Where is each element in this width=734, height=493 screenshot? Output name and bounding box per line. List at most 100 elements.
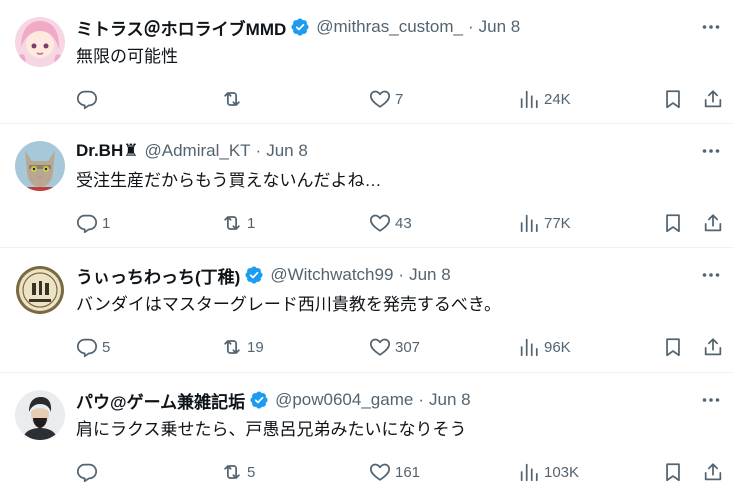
like-icon: [369, 90, 391, 108]
avatar[interactable]: [15, 17, 65, 67]
tweet-text: バンダイはマスターグレード西川貴教を発売するべき。: [76, 295, 501, 314]
reply-icon: [76, 463, 98, 483]
bookmark-button[interactable]: [662, 86, 684, 112]
tweet-header: うぃっちわっち(丁稚) @Witchwatch99 · Jun 8: [76, 263, 451, 288]
display-name[interactable]: Dr.BH♜: [76, 141, 138, 161]
username[interactable]: @Admiral_KT: [144, 141, 250, 161]
tweet-actions: 7 24K: [0, 86, 734, 112]
like-count: 161: [395, 463, 421, 481]
reply-button[interactable]: [76, 86, 102, 112]
views-icon: [520, 338, 538, 357]
bookmark-button[interactable]: [662, 334, 684, 360]
tweet[interactable]: うぃっちわっち(丁稚) @Witchwatch99 · Jun 8 バンダイはマ…: [0, 260, 734, 373]
views-button[interactable]: 24K: [518, 86, 571, 112]
tweet-text: 無限の可能性: [76, 47, 178, 66]
like-icon: [369, 463, 391, 481]
views-button[interactable]: 77K: [518, 210, 571, 236]
verified-badge-icon: [249, 390, 269, 410]
bookmark-button[interactable]: [662, 210, 684, 236]
view-count: 77K: [544, 214, 571, 232]
views-button[interactable]: 96K: [518, 334, 571, 360]
bookmark-icon: [666, 463, 680, 482]
reply-icon: [76, 338, 98, 358]
retweet-icon: [224, 465, 240, 479]
tweet-feed: ミトラス＠ホロライブMMD @mithras_custom_ · Jun 8 無…: [0, 0, 734, 493]
share-icon: [704, 463, 722, 481]
tweet-header: Dr.BH♜ @Admiral_KT · Jun 8: [76, 140, 308, 162]
reply-button[interactable]: 5: [76, 334, 110, 360]
avatar[interactable]: [15, 265, 65, 315]
username[interactable]: @Witchwatch99: [270, 265, 393, 285]
share-button[interactable]: [702, 86, 724, 112]
display-name[interactable]: パウ@ゲーム兼雑記垢: [76, 388, 245, 413]
views-icon: [520, 463, 538, 482]
username[interactable]: @mithras_custom_: [316, 17, 463, 37]
like-count: 7: [395, 90, 404, 108]
timestamp[interactable]: Jun 8: [479, 17, 521, 37]
like-count: 43: [395, 214, 412, 232]
reply-count: 5: [102, 338, 111, 356]
retweet-icon: [224, 340, 240, 354]
retweet-button[interactable]: 5: [221, 459, 255, 485]
avatar[interactable]: [15, 141, 65, 191]
view-count: 103K: [544, 463, 580, 481]
more-icon[interactable]: [700, 140, 722, 162]
share-icon: [704, 90, 722, 108]
retweet-button[interactable]: [221, 86, 247, 112]
view-count: 24K: [544, 90, 571, 108]
more-icon[interactable]: [700, 264, 722, 286]
reply-button[interactable]: [76, 459, 102, 485]
tweet-header: パウ@ゲーム兼雑記垢 @pow0604_game · Jun 8: [76, 388, 471, 413]
tweet[interactable]: ミトラス＠ホロライブMMD @mithras_custom_ · Jun 8 無…: [0, 12, 734, 124]
more-icon[interactable]: [700, 389, 722, 411]
tweet-actions: 5 19 307 96K: [0, 334, 734, 360]
share-button[interactable]: [702, 210, 724, 236]
share-icon: [704, 214, 722, 232]
like-count: 307: [395, 338, 421, 356]
like-icon: [369, 214, 391, 232]
separator: ·: [467, 17, 474, 36]
separator: ·: [418, 390, 424, 409]
more-icon[interactable]: [700, 16, 722, 38]
like-button[interactable]: 43: [369, 210, 412, 236]
views-icon: [520, 214, 538, 233]
tweet-actions: 5 161 103K: [0, 459, 734, 485]
reply-icon: [76, 214, 98, 234]
like-button[interactable]: 307: [369, 334, 420, 360]
views-icon: [520, 90, 538, 109]
verified-badge-icon: [290, 17, 310, 37]
tweet-text: 受注生産だからもう買えないんだよね…: [76, 171, 382, 190]
bookmark-icon: [666, 214, 680, 233]
tweet[interactable]: Dr.BH♜ @Admiral_KT · Jun 8 受注生産だからもう買えない…: [0, 136, 734, 248]
tweet-text: 肩にラクス乗せたら、戸愚呂兄弟みたいになりそう: [76, 420, 467, 439]
like-button[interactable]: 161: [369, 459, 420, 485]
separator: ·: [255, 141, 262, 160]
reply-icon: [76, 90, 98, 110]
like-icon: [369, 338, 391, 356]
share-icon: [704, 338, 722, 356]
display-name[interactable]: ミトラス＠ホロライブMMD: [76, 15, 286, 40]
retweet-button[interactable]: 19: [221, 334, 264, 360]
separator: ·: [398, 265, 405, 284]
retweet-button[interactable]: 1: [221, 210, 255, 236]
timestamp[interactable]: Jun 8: [429, 390, 471, 410]
retweet-count: 19: [247, 338, 264, 356]
bookmark-icon: [666, 90, 680, 109]
bookmark-button[interactable]: [662, 459, 684, 485]
verified-badge-icon: [244, 265, 264, 285]
like-button[interactable]: 7: [369, 86, 403, 112]
username[interactable]: @pow0604_game: [275, 390, 413, 410]
bookmark-icon: [666, 338, 680, 357]
retweet-icon: [224, 92, 240, 106]
tweet[interactable]: パウ@ゲーム兼雑記垢 @pow0604_game · Jun 8 肩にラクス乗せ…: [0, 385, 734, 493]
share-button[interactable]: [702, 459, 724, 485]
retweet-count: 1: [247, 214, 256, 232]
share-button[interactable]: [702, 334, 724, 360]
display-name[interactable]: うぃっちわっち(丁稚): [76, 263, 240, 288]
reply-button[interactable]: 1: [76, 210, 110, 236]
retweet-count: 5: [247, 463, 256, 481]
avatar[interactable]: [15, 390, 65, 440]
timestamp[interactable]: Jun 8: [409, 265, 451, 285]
views-button[interactable]: 103K: [518, 459, 579, 485]
timestamp[interactable]: Jun 8: [266, 141, 308, 161]
